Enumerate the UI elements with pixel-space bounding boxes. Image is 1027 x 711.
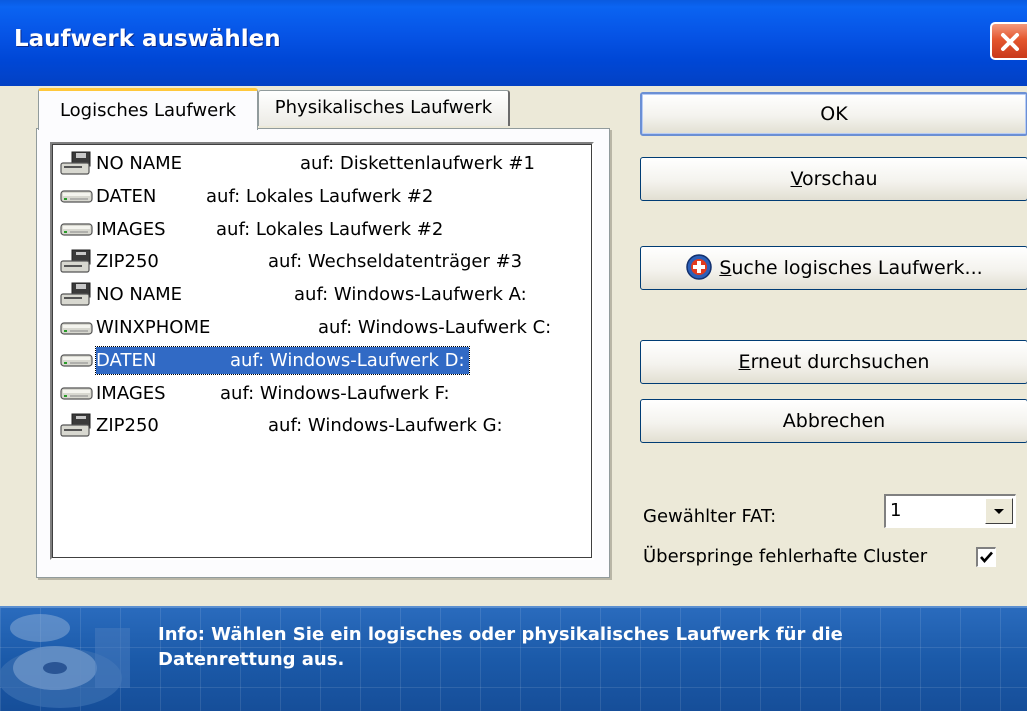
drive-name: DATEN bbox=[96, 185, 157, 207]
cancel-button-label: Abbrechen bbox=[782, 410, 886, 432]
tab-panel-logical: NO NAME auf: Diskettenlaufwerk #1 DATEN auf… bbox=[36, 128, 610, 578]
checkmark-icon bbox=[980, 551, 993, 563]
rescan-mnemonic: E bbox=[738, 351, 751, 373]
drive-name: NO NAME bbox=[96, 284, 183, 306]
fat-label: Gewählter FAT: bbox=[643, 506, 777, 527]
skip-bad-clusters-checkbox[interactable] bbox=[976, 547, 996, 567]
preview-button[interactable]: Vorschau bbox=[640, 157, 1027, 201]
drive-item-text: NO NAME auf: Windows-Laufwerk A: bbox=[96, 281, 531, 308]
rescan-button[interactable]: Erneut durchsuchen bbox=[640, 340, 1027, 384]
drive-list-item[interactable]: ZIP250 auf: Wechseldatenträger #3 bbox=[60, 246, 526, 277]
chevron-down-icon bbox=[994, 509, 1004, 514]
drive-item-text: NO NAME auf: Diskettenlaufwerk #1 bbox=[96, 150, 539, 177]
drive-location: auf: Wechseldatenträger #3 bbox=[268, 251, 523, 273]
search-logical-drive-button[interactable]: Suche logisches Laufwerk... bbox=[640, 246, 1027, 290]
removable-drive-icon bbox=[60, 249, 96, 275]
hard-drive-icon bbox=[60, 347, 96, 373]
drive-list-item[interactable]: NO NAME auf: Diskettenlaufwerk #1 bbox=[60, 148, 539, 179]
search-button-label: uche logisches Laufwerk... bbox=[731, 257, 983, 279]
drive-location: auf: Lokales Laufwerk #2 bbox=[206, 185, 434, 207]
drive-list-item[interactable]: DATEN auf: Windows-Laufwerk D: bbox=[60, 345, 470, 376]
drive-location: auf: Diskettenlaufwerk #1 bbox=[300, 153, 535, 174]
drive-name: IMAGES bbox=[96, 382, 166, 404]
hard-drive-icon bbox=[60, 183, 96, 209]
drive-list-item[interactable]: IMAGES auf: Windows-Laufwerk F: bbox=[60, 378, 454, 409]
floppy-drive-icon bbox=[60, 151, 96, 177]
hard-drive-icon bbox=[60, 380, 96, 406]
info-line-2: Datenrettung aus. bbox=[158, 649, 345, 670]
info-line-1: Info: Wählen Sie ein logisches oder phys… bbox=[158, 624, 843, 645]
title-bar: Laufwerk auswählen bbox=[0, 0, 1027, 86]
drive-name: WINXPHOME bbox=[96, 317, 211, 338]
ok-button-label: OK bbox=[820, 103, 848, 125]
fat-select-value: 1 bbox=[890, 500, 902, 521]
tab-physical-drive[interactable]: Physikalisches Laufwerk bbox=[258, 90, 510, 126]
drive-list-item[interactable]: WINXPHOME auf: Windows-Laufwerk C: bbox=[60, 312, 555, 343]
dialog-body: Physikalisches Laufwerk Logisches Laufwe… bbox=[0, 86, 1027, 606]
cancel-button[interactable]: Abbrechen bbox=[640, 399, 1027, 443]
drive-item-text: DATEN auf: Lokales Laufwerk #2 bbox=[96, 183, 437, 210]
window-title: Laufwerk auswählen bbox=[14, 26, 281, 52]
drive-location: auf: Windows-Laufwerk C: bbox=[318, 317, 552, 338]
drive-list[interactable]: NO NAME auf: Diskettenlaufwerk #1 DATEN auf… bbox=[50, 142, 594, 560]
tab-logical-drive[interactable]: Logisches Laufwerk bbox=[38, 88, 258, 130]
hard-drive-icon bbox=[60, 315, 96, 341]
drive-name: ZIP250 bbox=[96, 251, 159, 273]
drive-item-text: ZIP250 auf: Windows-Laufwerk G: bbox=[96, 412, 507, 439]
dropdown-arrow-button[interactable] bbox=[985, 498, 1013, 524]
drive-item-text: ZIP250 auf: Wechseldatenträger #3 bbox=[96, 248, 526, 275]
drive-location: auf: Lokales Laufwerk #2 bbox=[216, 218, 444, 240]
hard-drive-icon bbox=[60, 216, 96, 242]
floppy-drive-icon bbox=[60, 282, 96, 308]
info-text: Info: Wählen Sie ein logisches oder phys… bbox=[158, 622, 958, 672]
add-search-icon bbox=[686, 253, 713, 280]
drive-list-item[interactable]: ZIP250 auf: Windows-Laufwerk G: bbox=[60, 410, 507, 441]
drive-item-text: DATEN auf: Windows-Laufwerk D: bbox=[95, 345, 470, 375]
drive-location: auf: Windows-Laufwerk F: bbox=[220, 382, 450, 404]
close-button[interactable] bbox=[990, 22, 1027, 60]
removable-drive-icon bbox=[60, 413, 96, 439]
fat-select[interactable]: 1 bbox=[884, 494, 1016, 528]
rescan-button-label: rneut durchsuchen bbox=[750, 351, 930, 373]
drive-name: NO NAME bbox=[96, 153, 183, 174]
preview-mnemonic: V bbox=[790, 168, 802, 190]
ok-button[interactable]: OK bbox=[640, 92, 1027, 136]
drive-location: auf: Windows-Laufwerk G: bbox=[268, 415, 503, 437]
drive-name: IMAGES bbox=[96, 218, 166, 240]
drive-location: auf: Windows-Laufwerk D: bbox=[230, 349, 465, 371]
info-bar: Info: Wählen Sie ein logisches oder phys… bbox=[0, 606, 1027, 711]
preview-button-label: orschau bbox=[802, 168, 878, 190]
close-icon bbox=[1001, 33, 1019, 51]
drive-location: auf: Windows-Laufwerk A: bbox=[294, 284, 527, 306]
search-mnemonic: S bbox=[719, 257, 732, 279]
drive-list-item[interactable]: IMAGES auf: Lokales Laufwerk #2 bbox=[60, 214, 447, 245]
drive-item-text: IMAGES auf: Windows-Laufwerk F: bbox=[96, 380, 454, 407]
drive-name: DATEN bbox=[96, 349, 157, 371]
skip-bad-clusters-label: Überspringe fehlerhafte Cluster bbox=[643, 546, 928, 567]
drive-name: ZIP250 bbox=[96, 415, 159, 437]
drive-list-item[interactable]: NO NAME auf: Windows-Laufwerk A: bbox=[60, 279, 531, 310]
drive-list-item[interactable]: DATEN auf: Lokales Laufwerk #2 bbox=[60, 181, 437, 212]
drive-item-text: IMAGES auf: Lokales Laufwerk #2 bbox=[96, 216, 447, 243]
hard-disk-illustration-icon bbox=[0, 614, 130, 708]
drive-item-text: WINXPHOME auf: Windows-Laufwerk C: bbox=[96, 314, 555, 341]
